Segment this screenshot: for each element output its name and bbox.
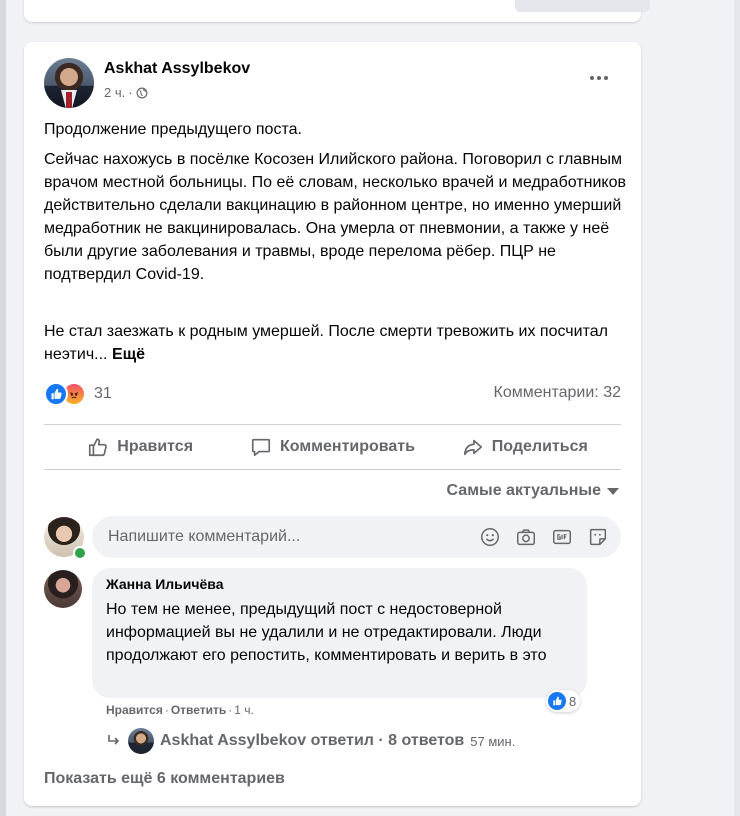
camera-icon[interactable] xyxy=(515,526,537,548)
comment-author[interactable]: Жанна Ильичёва xyxy=(106,576,224,592)
view-replies-link[interactable]: Askhat Assylbekov ответил · 8 ответов 57… xyxy=(106,728,515,754)
post-paragraph-3: Не стал заезжать к родным умершей. После… xyxy=(44,320,629,366)
reply-author-avatar xyxy=(128,728,154,754)
show-more-comments-link[interactable]: Показать ещё 6 комментариев xyxy=(44,770,285,788)
comment-like-button[interactable]: Нравится xyxy=(106,703,163,717)
comment-input[interactable] xyxy=(106,527,470,547)
post-author[interactable]: Askhat Assylbekov xyxy=(104,60,250,78)
previous-post-card xyxy=(24,0,650,22)
commenter-avatar[interactable] xyxy=(44,570,82,608)
like-reaction-icon xyxy=(44,382,68,406)
post-card: Askhat Assylbekov 2 ч. · Продолжение пре… xyxy=(24,42,641,806)
gif-icon[interactable] xyxy=(551,526,573,548)
comment-button[interactable]: Комментировать xyxy=(236,427,428,467)
sticker-icon[interactable] xyxy=(587,526,609,548)
share-arrow-icon xyxy=(463,439,482,456)
share-button-label: Поделиться xyxy=(491,438,588,455)
page-left-edge xyxy=(0,0,6,816)
thumbs-up-icon xyxy=(89,438,108,457)
comment-time[interactable]: 1 ч. xyxy=(234,703,254,717)
sort-label: Самые актуальные xyxy=(446,482,601,499)
divider-top xyxy=(44,424,621,425)
globe-icon[interactable] xyxy=(136,87,148,99)
meta-separator: · xyxy=(128,85,133,100)
caret-down-icon xyxy=(607,487,619,495)
previous-post-button[interactable] xyxy=(515,0,650,12)
avatar-tie xyxy=(66,92,72,108)
more-dot xyxy=(597,76,601,80)
like-reaction-icon xyxy=(548,692,566,710)
comments-count-link[interactable]: Комментарии: 32 xyxy=(494,384,621,402)
reactions-summary[interactable]: 31 xyxy=(44,382,112,406)
more-dot xyxy=(590,76,594,80)
comment-actions-separator: · xyxy=(164,703,169,717)
comment-bubble-icon xyxy=(251,438,271,457)
composer-icons xyxy=(479,526,609,548)
divider-bottom xyxy=(44,469,621,470)
post-actions-bar: Нравится Комментировать Поделиться xyxy=(44,427,621,467)
like-button[interactable]: Нравится xyxy=(44,427,236,467)
post-time[interactable]: 2 ч. xyxy=(104,85,125,100)
comment-reactions[interactable]: 8 xyxy=(546,690,581,712)
comment-text: Но тем не менее, предыдущий пост с недос… xyxy=(106,601,547,664)
comment-button-label: Комментировать xyxy=(280,438,415,455)
reply-summary: Askhat Assylbekov ответил · 8 ответов xyxy=(160,732,465,749)
post-paragraph-1: Продолжение предыдущего поста. xyxy=(44,121,302,138)
like-button-label: Нравится xyxy=(117,438,194,455)
emoji-icon[interactable] xyxy=(479,526,501,548)
post-meta: 2 ч. · xyxy=(104,85,148,100)
comment-like-count: 8 xyxy=(569,693,577,709)
reply-arrow-icon xyxy=(108,735,120,745)
comment-actions: Нравится · Ответить · 1 ч. xyxy=(106,703,254,717)
comment-sort-dropdown[interactable]: Самые актуальные xyxy=(447,482,619,500)
online-status-dot xyxy=(73,546,87,560)
more-options-button[interactable] xyxy=(584,66,614,90)
more-dot xyxy=(604,76,608,80)
post-paragraph-2: Сейчас нахожусь в посёлке Косозен Илийск… xyxy=(44,151,626,283)
comment-reply-button[interactable]: Ответить xyxy=(171,703,226,717)
page-right-edge xyxy=(734,0,740,816)
author-avatar[interactable] xyxy=(44,58,94,108)
see-more-link[interactable]: Ещё xyxy=(112,346,145,363)
reply-time: 57 мин. xyxy=(470,733,516,749)
comment-bubble: Жанна Ильичёва Но тем не менее, предыдущ… xyxy=(92,568,587,698)
share-button[interactable]: Поделиться xyxy=(429,427,621,467)
reaction-count: 31 xyxy=(94,385,112,402)
comment-actions-separator: · xyxy=(228,703,233,717)
comment-composer[interactable] xyxy=(92,516,621,558)
